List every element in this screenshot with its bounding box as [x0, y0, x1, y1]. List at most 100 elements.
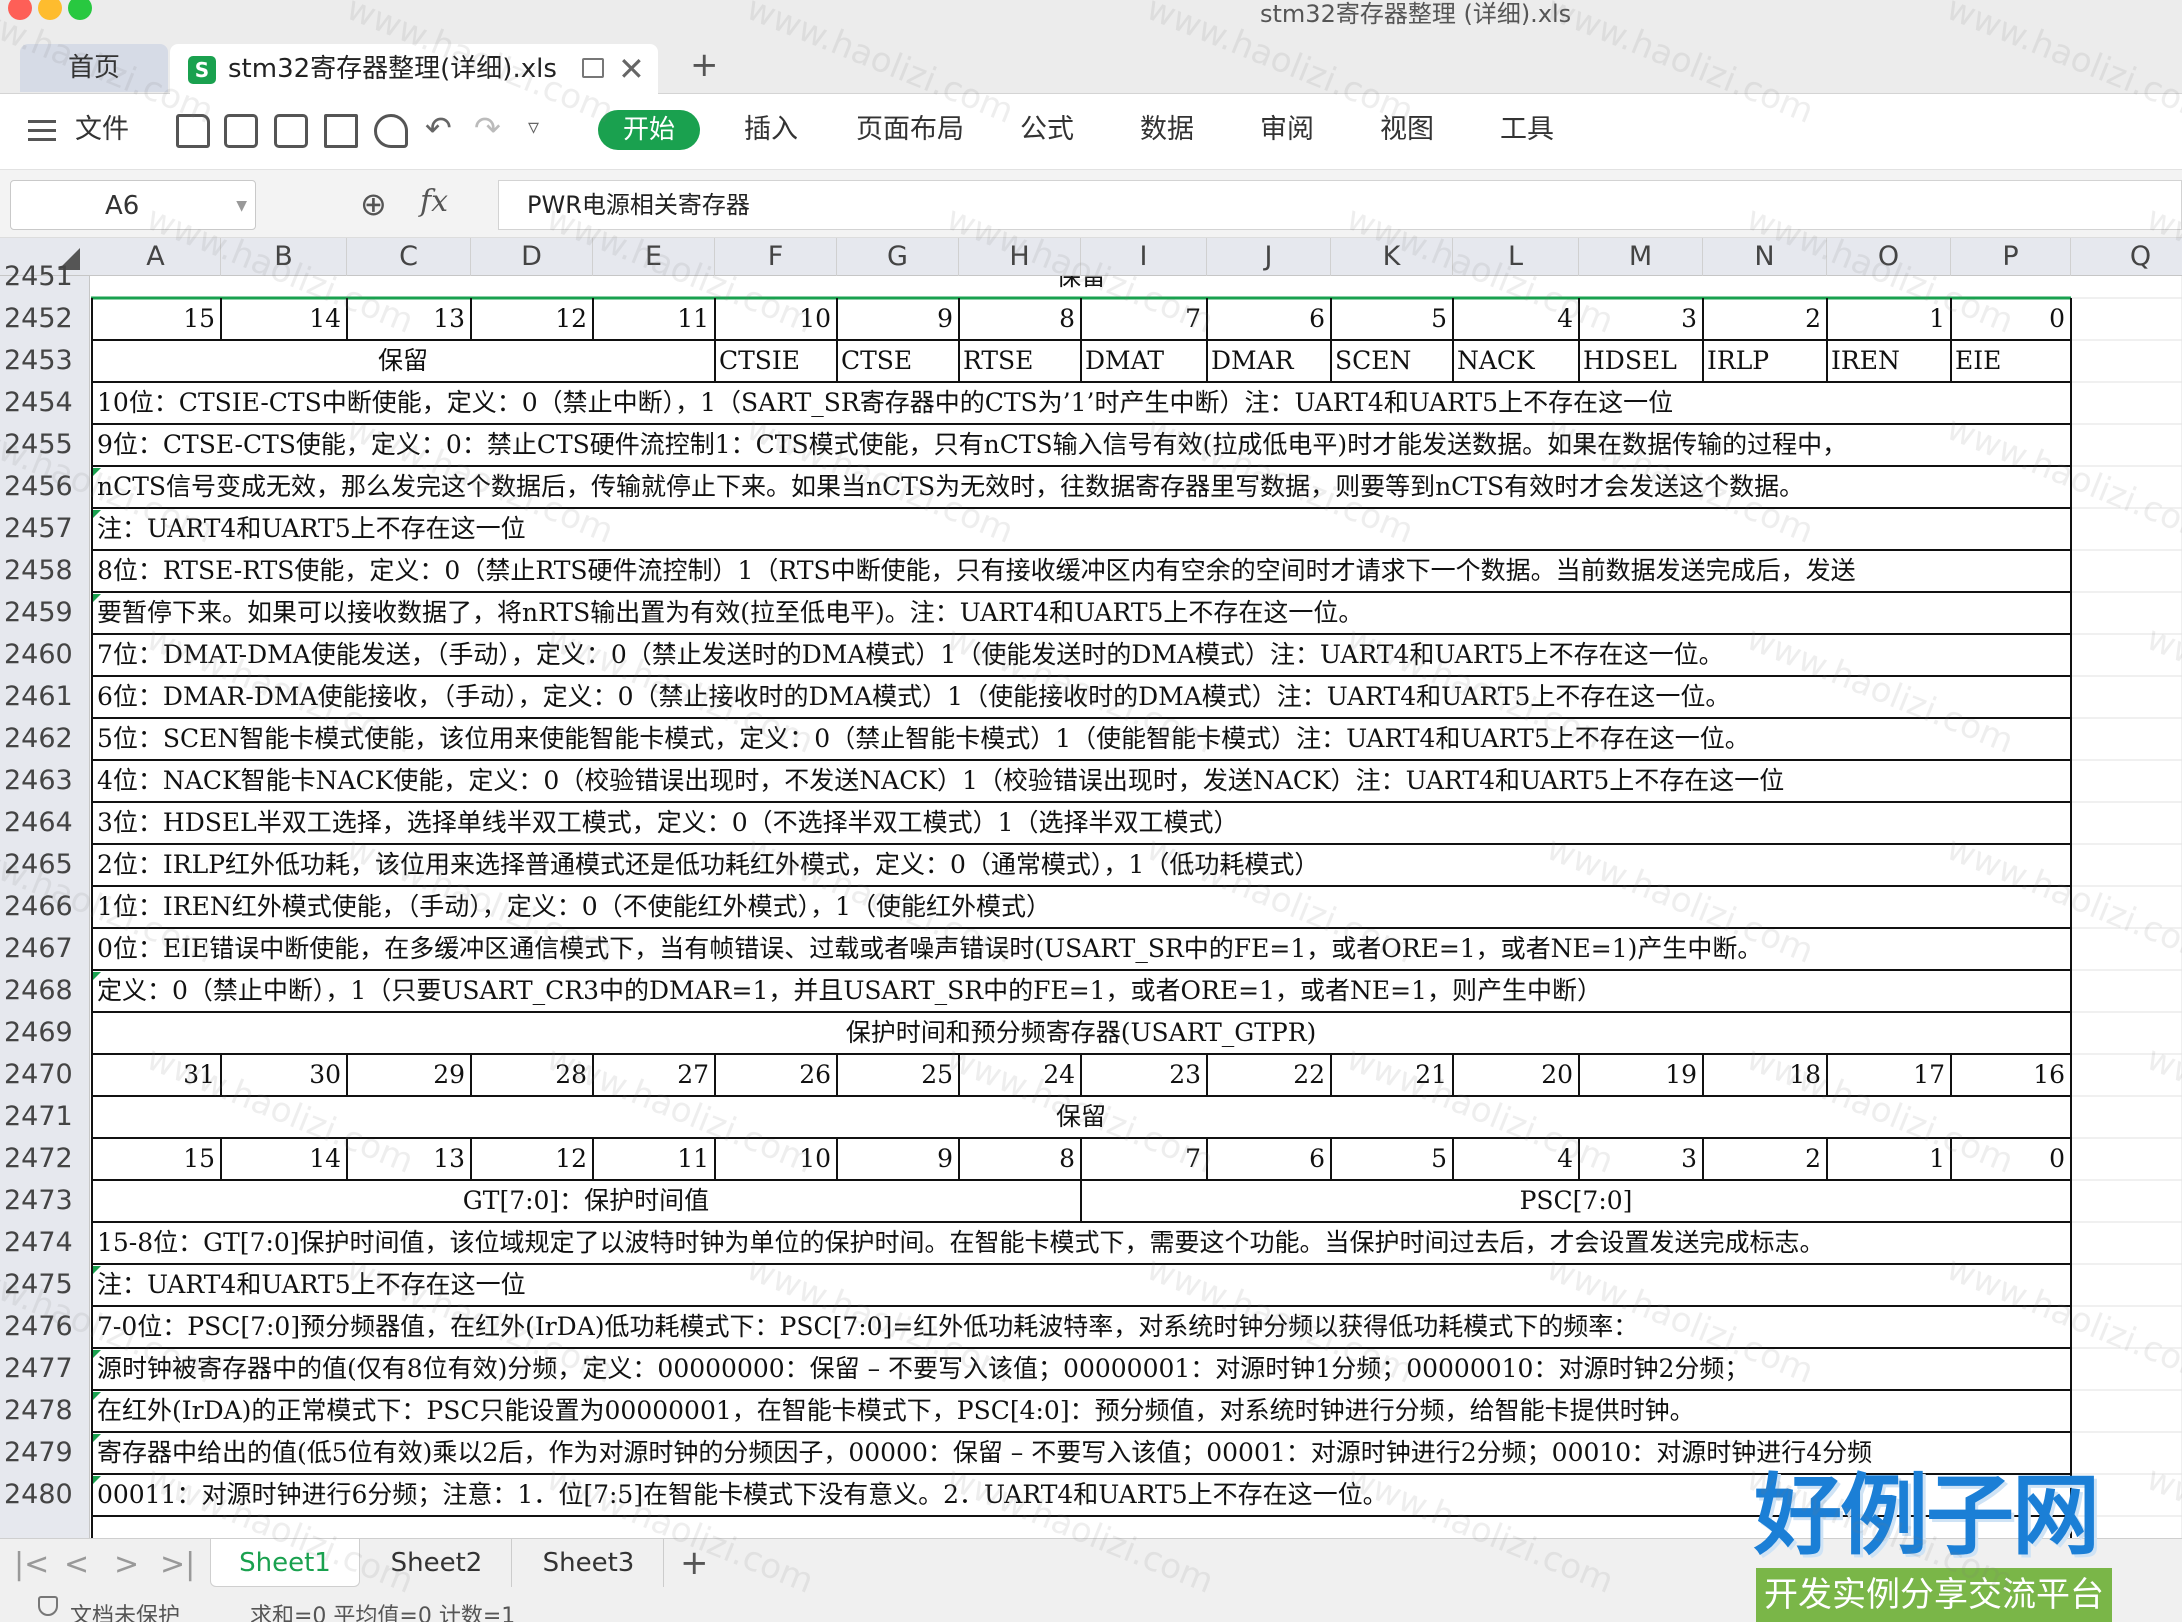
document-protection-status[interactable]: 文档未保护	[70, 1598, 180, 1622]
cell-bit-name[interactable]: HDSEL	[1579, 340, 1703, 382]
row-header[interactable]: 2463	[0, 760, 90, 802]
close-window-button[interactable]	[8, 0, 32, 20]
cell-reserved[interactable]: 保留	[91, 1096, 2071, 1138]
menu-view[interactable]: 视图	[1380, 94, 1434, 166]
cell-bit-name[interactable]: EIE	[1951, 340, 2071, 382]
column-header-h[interactable]: H	[959, 238, 1081, 276]
cell-bit-number[interactable]: 1	[1827, 298, 1951, 340]
cell-bit-number[interactable]: 19	[1579, 1054, 1703, 1096]
cell-bit-number[interactable]: 16	[1951, 1054, 2071, 1096]
sheet-tab-sheet2[interactable]: Sheet2	[362, 1539, 512, 1587]
cell-description[interactable]: 8位：RTSE-RTS使能，定义：0（禁止RTS硬件流控制）1（RTS中断使能，…	[91, 550, 2071, 592]
menu-insert[interactable]: 插入	[744, 94, 798, 166]
hamburger-icon[interactable]	[28, 120, 56, 142]
cell-description[interactable]: 7-0位：PSC[7:0]预分频器值，在红外(IrDA)低功耗模式下：PSC[7…	[91, 1306, 2071, 1348]
cell-description[interactable]: 9位：CTSE-CTS使能，定义：0：禁止CTS硬件流控制1：CTS模式使能，只…	[91, 424, 2071, 466]
cell-description[interactable]: 注：UART4和UART5上不存在这一位	[91, 508, 2071, 550]
row-header[interactable]: 2479	[0, 1432, 90, 1474]
add-sheet-icon[interactable]: +	[680, 1539, 709, 1587]
cell-description[interactable]: 要暂停下来。如果可以接收数据了，将nRTS输出置为有效(拉至低电平)。注：UAR…	[91, 592, 2071, 634]
cell-bit-number[interactable]: 4	[1453, 1138, 1579, 1180]
row-header[interactable]: 2467	[0, 928, 90, 970]
window-icon[interactable]	[582, 58, 604, 78]
column-header-i[interactable]: I	[1081, 238, 1207, 276]
cell-description[interactable]: 5位：SCEN智能卡模式使能，该位用来使能智能卡模式，定义：0（禁止智能卡模式）…	[91, 718, 2071, 760]
row-header[interactable]: 2466	[0, 886, 90, 928]
cell-bit-number[interactable]: 8	[959, 1138, 1081, 1180]
prev-sheet-icon[interactable]: <	[64, 1545, 89, 1585]
row-header[interactable]: 2478	[0, 1390, 90, 1432]
undo-icon[interactable]: ↶	[425, 108, 452, 148]
cell-bit-number[interactable]: 9	[837, 1138, 959, 1180]
menu-start[interactable]: 开始	[598, 110, 700, 150]
row-header[interactable]: 2453	[0, 340, 90, 382]
cell-bit-name[interactable]: IRLP	[1703, 340, 1827, 382]
print-preview-icon[interactable]	[374, 114, 408, 148]
row-header[interactable]: 2457	[0, 508, 90, 550]
menu-tools[interactable]: 工具	[1500, 94, 1554, 166]
cell-grid[interactable]: 保留 15 14 13 12 11 10 9 8 7 6 5 4 3 2 1 0 保留 CTSIE CTSE RTSE D…	[91, 276, 2182, 1538]
cell-bit-number[interactable]: 10	[715, 298, 837, 340]
cell-description[interactable]: 4位：NACK智能卡NACK使能，定义：0（校验错误出现时，不发送NACK）1（…	[91, 760, 2071, 802]
cell-bit-number[interactable]: 13	[347, 298, 471, 340]
menu-data[interactable]: 数据	[1140, 94, 1194, 166]
sheet-tab-sheet1[interactable]: Sheet1	[210, 1539, 360, 1587]
cell-bit-number[interactable]: 2	[1703, 298, 1827, 340]
row-header[interactable]: 2458	[0, 550, 90, 592]
cell-description[interactable]: nCTS信号变成无效，那么发完这个数据后，传输就停止下来。如果当nCTS为无效时…	[91, 466, 2071, 508]
row-header[interactable]: 2455	[0, 424, 90, 466]
cell-bit-number[interactable]: 14	[221, 1138, 347, 1180]
cell-bit-number[interactable]: 31	[91, 1054, 221, 1096]
tab-home[interactable]: 首页	[20, 44, 168, 92]
cell-bit-number[interactable]: 25	[837, 1054, 959, 1096]
cell-bit-number[interactable]: 23	[1081, 1054, 1207, 1096]
cell-bit-name[interactable]: IREN	[1827, 340, 1951, 382]
cell-description[interactable]: 6位：DMAR-DMA使能接收，（手动），定义：0（禁止接收时的DMA模式）1（…	[91, 676, 2071, 718]
row-header[interactable]: 2470	[0, 1054, 90, 1096]
cell-bit-number[interactable]: 10	[715, 1138, 837, 1180]
cell-bit-number[interactable]: 18	[1703, 1054, 1827, 1096]
row-header[interactable]: 2465	[0, 844, 90, 886]
column-header-f[interactable]: F	[715, 238, 837, 276]
menu-review[interactable]: 审阅	[1260, 94, 1314, 166]
cell-bit-name[interactable]: DMAT	[1081, 340, 1207, 382]
row-header[interactable]: 2469	[0, 1012, 90, 1054]
row-header[interactable]: 2460	[0, 634, 90, 676]
zoom-icon[interactable]: ⊕	[360, 184, 387, 224]
save-icon[interactable]	[224, 114, 258, 148]
cell-bit-number[interactable]: 15	[91, 1138, 221, 1180]
cell-bit-number[interactable]: 24	[959, 1054, 1081, 1096]
cell-bit-number[interactable]: 8	[959, 298, 1081, 340]
cell-bit-name[interactable]: RTSE	[959, 340, 1081, 382]
column-header-c[interactable]: C	[347, 238, 471, 276]
fx-icon[interactable]: fx	[420, 182, 448, 222]
column-header-q[interactable]: Q	[2071, 238, 2182, 276]
column-header-j[interactable]: J	[1207, 238, 1331, 276]
cell-bit-number[interactable]: 15	[91, 298, 221, 340]
cell-bit-number[interactable]: 11	[593, 298, 715, 340]
minimize-window-button[interactable]	[38, 0, 62, 20]
cell-bit-name[interactable]: CTSIE	[715, 340, 837, 382]
cell-bit-number[interactable]: 6	[1207, 298, 1331, 340]
cell-bit-number[interactable]: 2	[1703, 1138, 1827, 1180]
column-header-n[interactable]: N	[1703, 238, 1827, 276]
row-header[interactable]: 2451	[0, 256, 90, 298]
first-sheet-icon[interactable]: |<	[14, 1545, 49, 1585]
zoom-window-button[interactable]	[68, 0, 92, 20]
row-header[interactable]: 2452	[0, 298, 90, 340]
cell-description[interactable]: 1位：IREN红外模式使能，（手动），定义：0（不使能红外模式），1（使能红外模…	[91, 886, 2071, 928]
cell-description[interactable]: 3位：HDSEL半双工选择，选择单线半双工模式，定义：0（不选择半双工模式）1（…	[91, 802, 2071, 844]
cell-bit-number[interactable]: 11	[593, 1138, 715, 1180]
row-header[interactable]: 2468	[0, 970, 90, 1012]
row-header[interactable]: 2474	[0, 1222, 90, 1264]
cell-bit-number[interactable]: 1	[1827, 1138, 1951, 1180]
dropdown-icon[interactable]: ▿	[528, 108, 539, 148]
row-header[interactable]: 2475	[0, 1264, 90, 1306]
cell-description[interactable]: 7位：DMAT-DMA使能发送，（手动），定义：0（禁止发送时的DMA模式）1（…	[91, 634, 2071, 676]
cell-bit-name[interactable]: NACK	[1453, 340, 1579, 382]
cell-reserved-header[interactable]: 保留	[91, 276, 2071, 298]
next-sheet-icon[interactable]: >	[114, 1545, 139, 1585]
sheet-tab-sheet3[interactable]: Sheet3	[514, 1539, 664, 1587]
cell-bit-name[interactable]: DMAR	[1207, 340, 1331, 382]
row-header[interactable]: 2480	[0, 1474, 90, 1516]
